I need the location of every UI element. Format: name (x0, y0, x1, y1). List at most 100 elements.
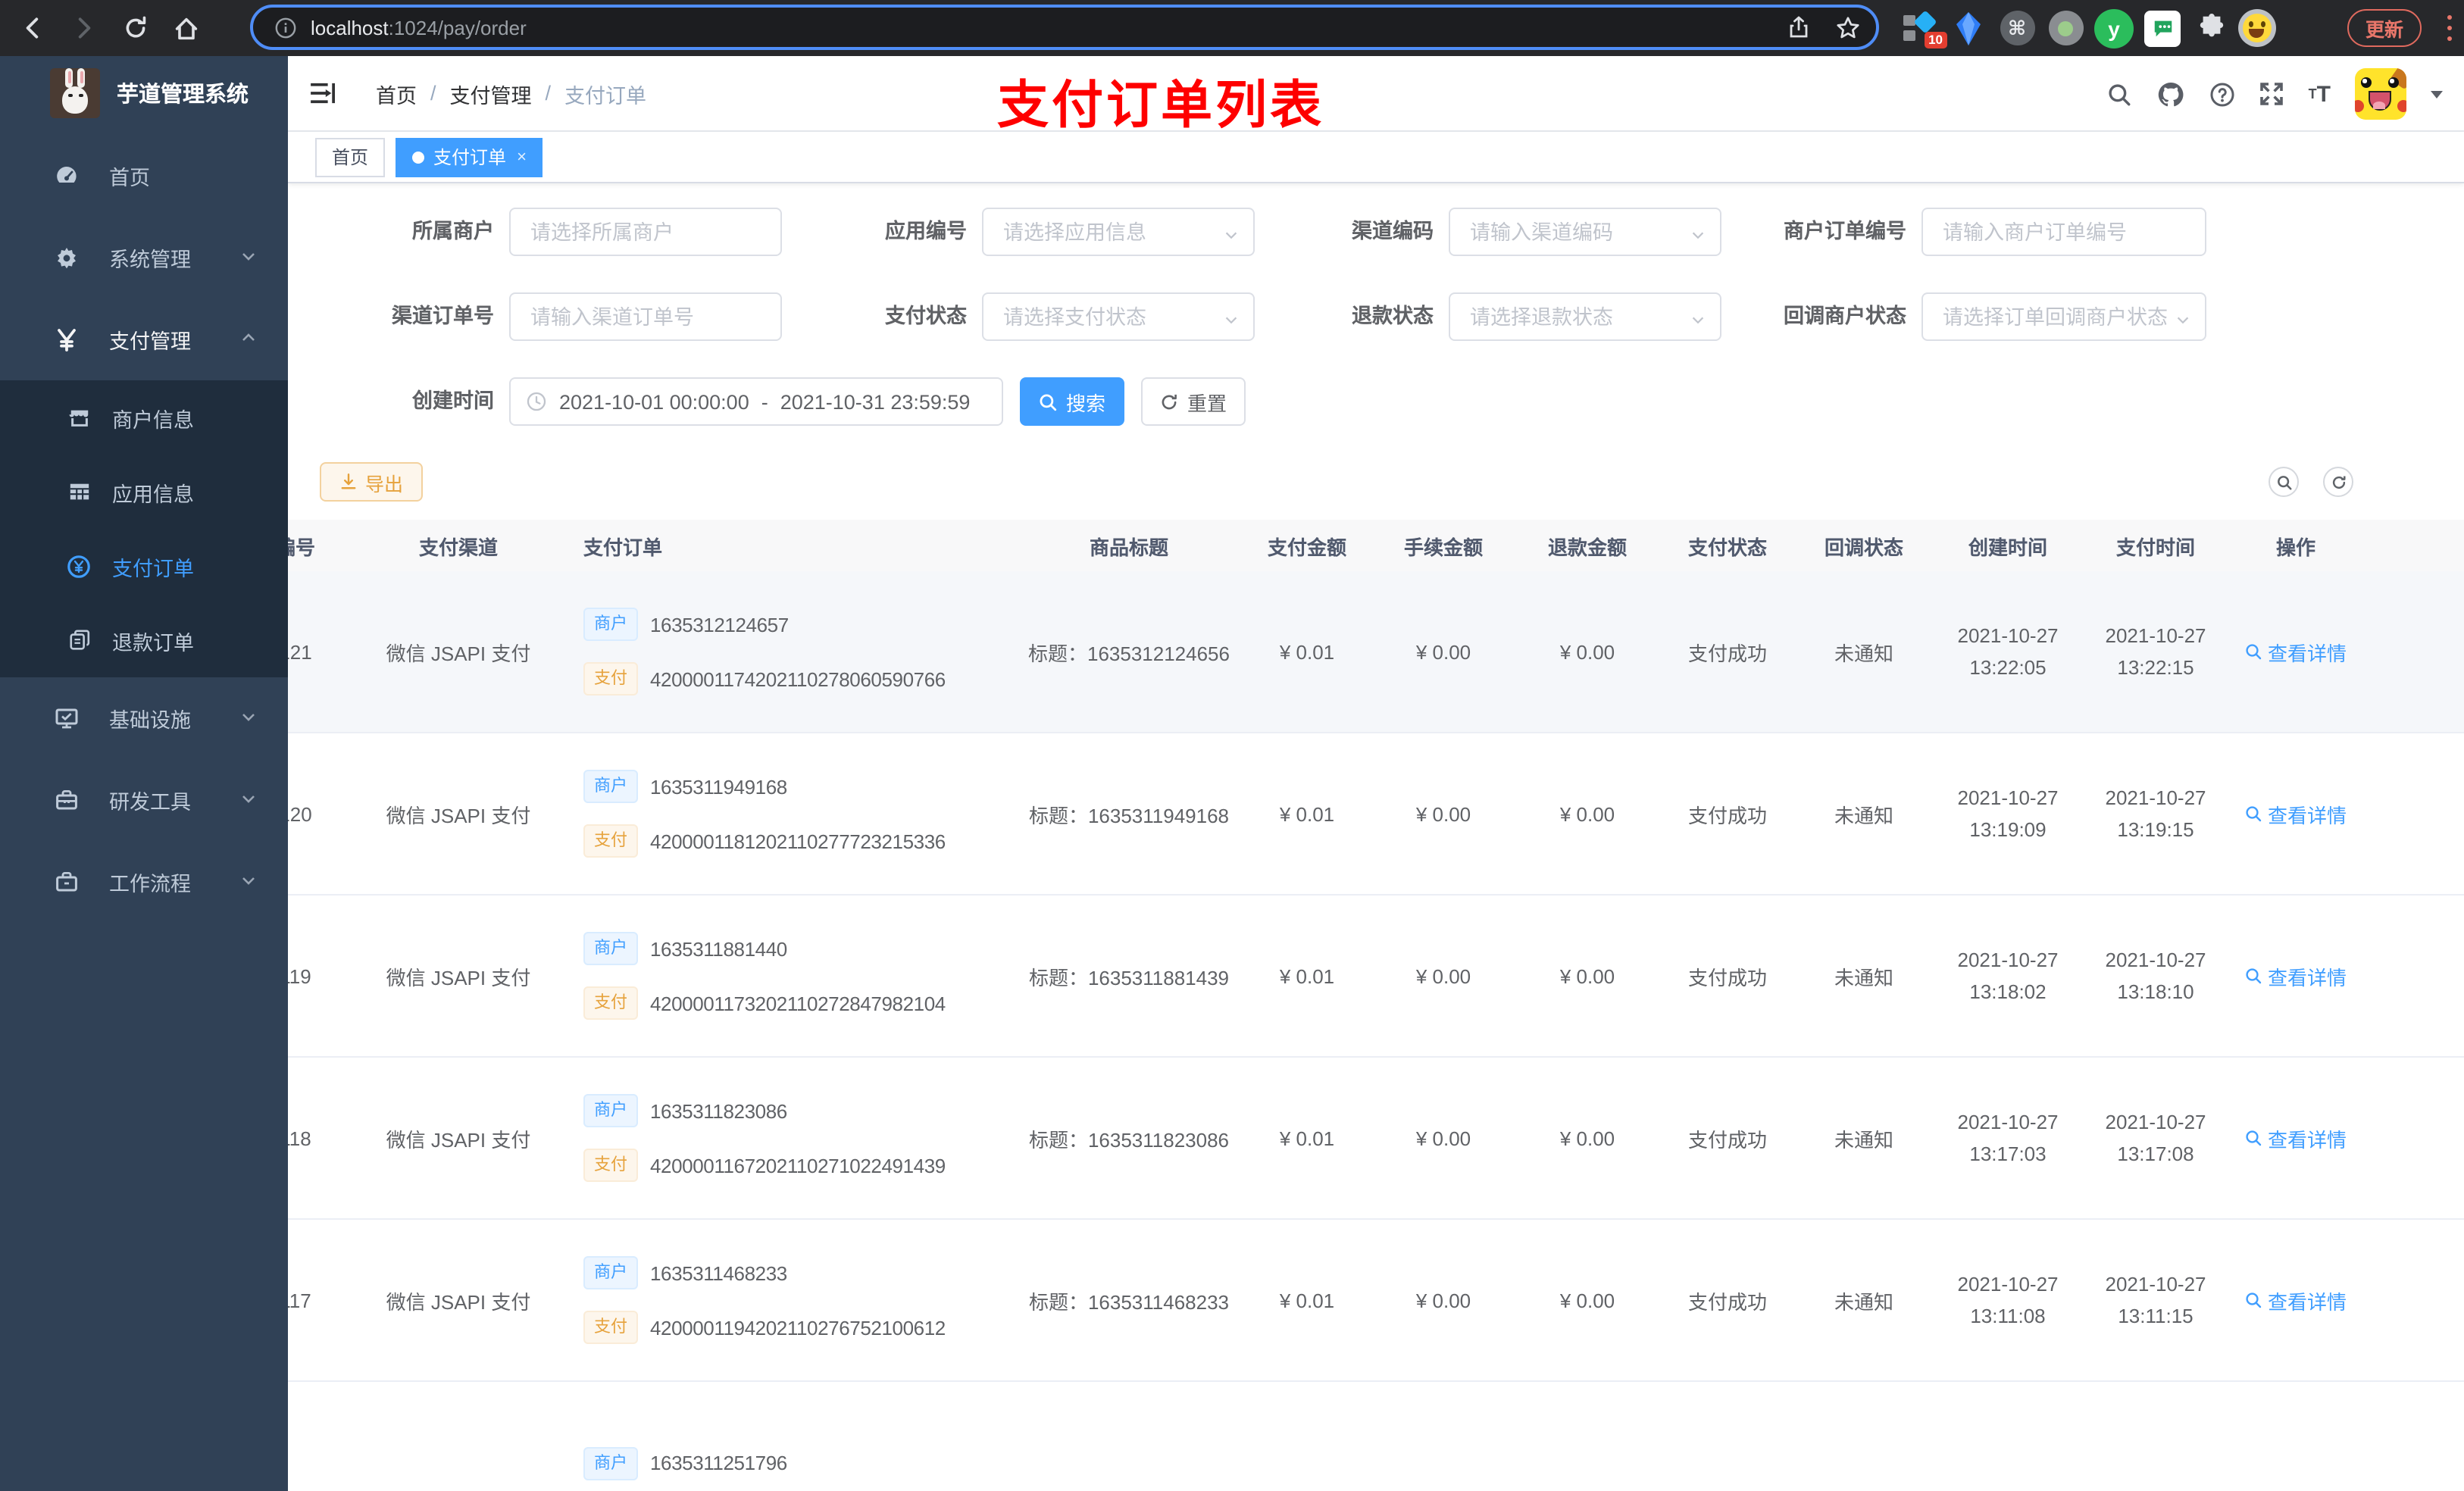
sidebar-item-merchant-info[interactable]: 商户信息 (0, 380, 288, 455)
extension-gem-icon[interactable] (1946, 0, 1991, 56)
pay-tag: 支付 (583, 824, 638, 858)
bookmark-star-icon[interactable] (1835, 14, 1861, 40)
filter-channel-code: 渠道编码 (1227, 208, 1721, 256)
sidebar-item-label: 退款订单 (112, 631, 194, 654)
address-bar[interactable]: localhost:1024/pay/order (250, 5, 1879, 50)
merchant-tag: 商户 (583, 770, 638, 803)
tags-view-bar: 首页 支付订单 × (288, 132, 2464, 183)
help-icon[interactable] (2210, 81, 2236, 107)
sidebar-item-label: 工作流程 (109, 873, 191, 896)
table-row[interactable]: 119 微信 JSAPI 支付 商户1635311881440 支付420000… (288, 896, 2464, 1058)
sidebar-collapse-icon[interactable] (311, 82, 336, 105)
browser-back-icon[interactable] (6, 5, 58, 51)
avatar[interactable] (2355, 68, 2406, 120)
breadcrumb-section[interactable]: 支付管理 (450, 78, 532, 108)
chevron-up-icon (239, 328, 258, 351)
pay-tag: 支付 (583, 1149, 638, 1182)
sidebar-item-label: 支付订单 (112, 557, 194, 580)
toggle-search-button[interactable] (2269, 467, 2299, 497)
sidebar-item-pay-order[interactable]: 支付订单 (0, 529, 288, 603)
extension-devtools-icon[interactable]: 10 (1897, 0, 1947, 56)
store-icon (67, 405, 91, 430)
merchant-tag: 商户 (583, 1256, 638, 1289)
download-icon (341, 474, 356, 489)
sidebar-item-home[interactable]: 首页 (0, 135, 288, 217)
sidebar-item-system[interactable]: 系统管理 (0, 217, 288, 299)
header-search-icon[interactable] (2107, 81, 2133, 107)
avatar-caret-icon[interactable] (2431, 90, 2443, 98)
extension-yuque-icon[interactable]: y (2091, 0, 2137, 56)
refresh-table-button[interactable] (2323, 467, 2353, 497)
tab-close-icon[interactable]: × (517, 148, 527, 166)
merchant-tag: 商户 (583, 932, 638, 965)
browser-toolbar: localhost:1024/pay/order 10 ⌘ y 更新 (0, 0, 2464, 56)
tab-pay-order[interactable]: 支付订单 × (396, 137, 543, 177)
search-icon (1040, 393, 1058, 411)
pay-tag: 支付 (583, 986, 638, 1020)
sidebar-item-pay[interactable]: 支付管理 (0, 299, 288, 380)
share-icon[interactable] (1787, 15, 1811, 39)
filter-refund-status: 退款状态 (1227, 292, 1721, 341)
channel-order-input[interactable] (511, 294, 780, 339)
table-row[interactable]: 121 微信 JSAPI 支付 商户1635312124657 支付420000… (288, 571, 2464, 733)
export-button[interactable]: 导出 (320, 462, 424, 502)
table-row[interactable]: 118 微信 JSAPI 支付 商户1635311823086 支付420000… (288, 1058, 2464, 1220)
browser-reload-icon[interactable] (109, 5, 161, 51)
browser-forward-icon[interactable] (58, 5, 109, 51)
site-info-icon[interactable] (274, 16, 297, 39)
sidebar-item-refund-order[interactable]: 退款订单 (0, 603, 288, 677)
view-detail-link[interactable]: 查看详情 (2245, 799, 2347, 828)
browser-update-button[interactable]: 更新 (2347, 9, 2422, 47)
merchant-input[interactable] (511, 209, 780, 255)
table-row[interactable]: 120 微信 JSAPI 支付 商户1635311949168 支付420000… (288, 733, 2464, 896)
font-size-icon[interactable]: TT (2309, 83, 2331, 105)
reset-button[interactable]: 重置 (1141, 377, 1246, 426)
table-row[interactable]: 商户 1635311251796 (288, 1382, 2464, 1489)
view-detail-link[interactable]: 查看详情 (2245, 1124, 2347, 1152)
extension-chat-icon[interactable] (2140, 0, 2185, 56)
sidebar-item-label: 支付管理 (109, 330, 191, 353)
chevron-down-icon (239, 789, 258, 811)
app-logo-row[interactable]: 芋道管理系统 (0, 56, 288, 129)
search-icon (2247, 644, 2262, 660)
date-range-picker[interactable]: 2021-10-01 00:00:00 - 2021-10-31 23:59:5… (509, 377, 1003, 426)
documents-icon (67, 628, 91, 652)
screenshot-root: localhost:1024/pay/order 10 ⌘ y 更新 芋道管理系… (0, 0, 2464, 1491)
view-detail-link[interactable]: 查看详情 (2245, 637, 2347, 666)
pay-status-select[interactable] (983, 294, 1253, 339)
search-icon (2247, 1130, 2262, 1146)
yen-icon (55, 327, 79, 352)
url-text[interactable]: localhost:1024/pay/order (311, 16, 1787, 39)
dashboard-icon (55, 164, 79, 188)
filter-merchant: 所属商户 (288, 208, 782, 256)
sidebar-item-label: 商户信息 (112, 408, 194, 431)
fullscreen-icon[interactable] (2260, 82, 2284, 106)
github-icon[interactable] (2157, 80, 2186, 108)
extension-emoji-icon[interactable] (2234, 0, 2279, 56)
refresh-icon (1162, 393, 1177, 409)
table-row[interactable]: 117 微信 JSAPI 支付 商户1635311468233 支付420000… (288, 1220, 2464, 1382)
extensions-puzzle-icon[interactable] (2188, 0, 2234, 56)
top-navbar: 首页 / 支付管理 / 支付订单 T T (288, 56, 2464, 132)
sidebar-item-devtools[interactable]: 研发工具 (0, 759, 288, 841)
search-button[interactable]: 搜索 (1020, 377, 1124, 426)
clock-icon (526, 391, 547, 412)
view-detail-link[interactable]: 查看详情 (2245, 961, 2347, 990)
app-select[interactable] (983, 209, 1253, 255)
callback-status-select[interactable] (1923, 294, 2205, 339)
merchant-order-input[interactable] (1923, 209, 2205, 255)
view-detail-link[interactable]: 查看详情 (2245, 1286, 2347, 1314)
sidebar-item-workflow[interactable]: 工作流程 (0, 841, 288, 923)
sidebar-item-app-info[interactable]: 应用信息 (0, 455, 288, 529)
tab-home[interactable]: 首页 (315, 137, 386, 177)
extension-recorder-icon[interactable] (2043, 0, 2088, 56)
chevron-down-icon (239, 707, 258, 730)
extension-command-icon[interactable]: ⌘ (1994, 0, 2040, 56)
page-body: 所属商户 应用编号 渠道编码 商户订单编号 (288, 183, 2464, 1489)
browser-home-icon[interactable] (161, 5, 212, 51)
sidebar-item-infra[interactable]: 基础设施 (0, 677, 288, 759)
breadcrumb: 首页 / 支付管理 / 支付订单 (376, 78, 646, 108)
breadcrumb-home[interactable]: 首页 (376, 78, 417, 108)
sidebar-item-label: 研发工具 (109, 791, 191, 814)
browser-menu-icon[interactable] (2446, 12, 2452, 44)
